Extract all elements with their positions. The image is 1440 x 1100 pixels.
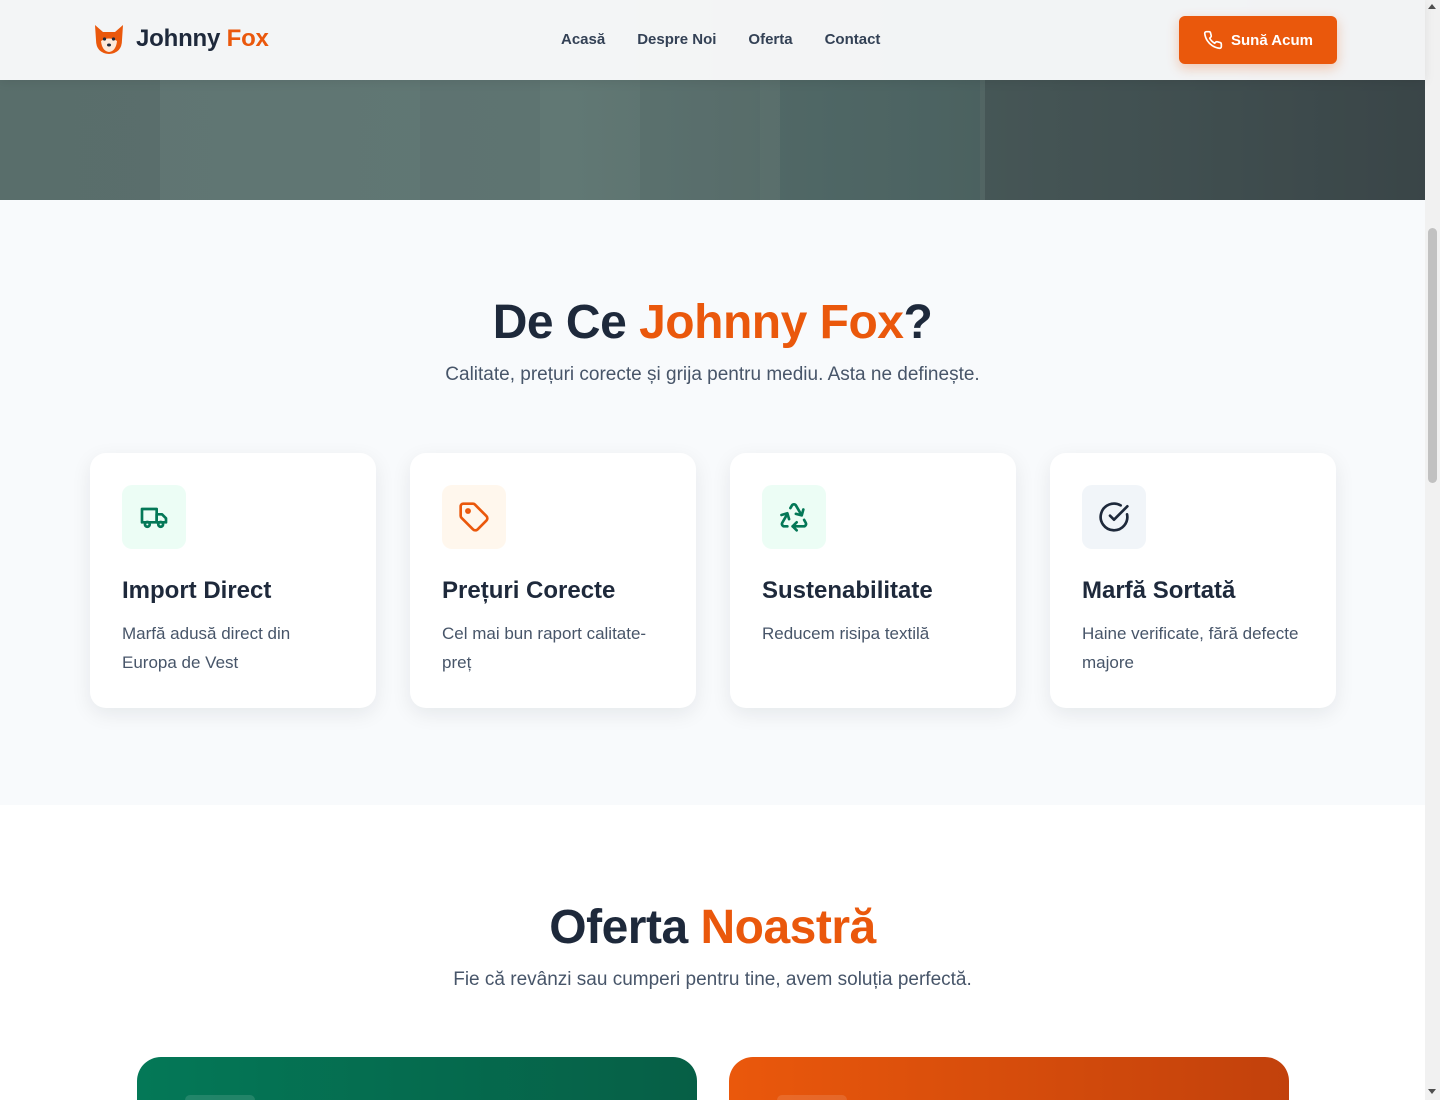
feature-text: Marfă adusă direct din Europa de Vest	[122, 624, 291, 672]
feature-card-import: Import Direct Marfă adusă direct din Eur…	[90, 453, 376, 708]
offer-section: Oferta Noastră Fie că revânzi sau cumper…	[0, 805, 1425, 1100]
nav-item-contact[interactable]: Contact	[825, 31, 881, 48]
truck-icon	[140, 507, 168, 529]
feature-text: Reducem risipa textilă	[762, 624, 930, 643]
check-circle-icon	[1099, 502, 1129, 532]
why-title: De Ce Johnny Fox?	[492, 296, 933, 349]
feature-title: Import Direct	[122, 577, 272, 604]
scroll-down-arrow[interactable]	[1428, 1089, 1436, 1094]
feature-text: Cel mai bun raport calitate-preț	[442, 624, 647, 672]
call-now-label: Sună Acum	[1231, 31, 1313, 49]
feature-icon-box	[122, 485, 186, 549]
offer-card-wholesale[interactable]	[137, 1057, 697, 1100]
feature-title: Prețuri Corecte	[442, 577, 616, 604]
nav-item-oferta[interactable]: Oferta	[748, 31, 792, 48]
feature-icon-box	[1082, 485, 1146, 549]
nav-item-despre-noi[interactable]: Despre Noi	[637, 31, 716, 48]
tag-icon	[459, 502, 489, 532]
site-header: Johnny Fox Acasă Despre Noi Oferta Conta…	[0, 0, 1425, 80]
feature-title: Sustenabilitate	[762, 577, 933, 604]
nav-item-acasa[interactable]: Acasă	[561, 31, 605, 48]
call-now-button[interactable]: Sună Acum	[1179, 16, 1337, 64]
scroll-up-arrow[interactable]	[1428, 4, 1436, 9]
scroll-thumb[interactable]	[1428, 228, 1437, 483]
page-scrollbar[interactable]	[1425, 0, 1440, 1100]
main-nav: Acasă Despre Noi Oferta Contact	[561, 31, 880, 48]
offer-card-retail[interactable]	[729, 1057, 1289, 1100]
recycle-icon	[780, 503, 808, 532]
offer-title: Oferta Noastră	[549, 901, 876, 954]
feature-card-sustainability: Sustenabilitate Reducem risipa textilă	[730, 453, 1016, 708]
feature-icon-box	[442, 485, 506, 549]
why-section: De Ce Johnny Fox? Calitate, prețuri core…	[0, 200, 1425, 805]
logo[interactable]: Johnny Fox	[92, 22, 269, 56]
feature-text: Haine verificate, fără defecte majore	[1082, 624, 1299, 672]
phone-icon	[1203, 30, 1223, 50]
feature-card-sorted: Marfă Sortată Haine verificate, fără def…	[1050, 453, 1336, 708]
feature-card-prices: Prețuri Corecte Cel mai bun raport calit…	[410, 453, 696, 708]
feature-title: Marfă Sortată	[1082, 577, 1236, 604]
logo-text: Johnny Fox	[136, 25, 269, 52]
offer-subtitle: Fie că revânzi sau cumperi pentru tine, …	[453, 969, 972, 990]
fox-icon	[95, 25, 123, 54]
why-subtitle: Calitate, prețuri corecte și grija pentr…	[445, 364, 980, 385]
feature-icon-box	[762, 485, 826, 549]
